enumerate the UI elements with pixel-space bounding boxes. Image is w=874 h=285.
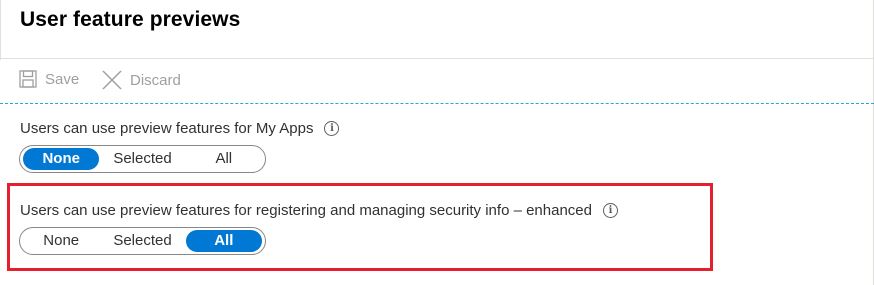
option-selected[interactable]: Selected [99, 148, 185, 170]
toolbar-divider [0, 103, 874, 104]
option-all[interactable]: All [186, 148, 262, 170]
discard-button[interactable]: Discard [102, 70, 181, 90]
command-bar: Save Discard [0, 62, 874, 102]
save-icon [19, 70, 37, 88]
save-label: Save [45, 70, 80, 88]
setting-myapps-label: Users can use preview features for My Ap… [20, 120, 340, 137]
info-icon[interactable]: i [324, 121, 340, 136]
title-bar: User feature previews [0, 0, 874, 59]
myapps-toggle: None Selected All [19, 145, 266, 173]
option-none[interactable]: None [23, 148, 100, 170]
save-button[interactable]: Save [19, 70, 79, 88]
page-title: User feature previews [20, 8, 241, 31]
highlight-box [7, 183, 713, 271]
discard-icon [102, 70, 122, 90]
setting-label-text: Users can use preview features for My Ap… [20, 120, 314, 137]
discard-label: Discard [130, 71, 181, 89]
